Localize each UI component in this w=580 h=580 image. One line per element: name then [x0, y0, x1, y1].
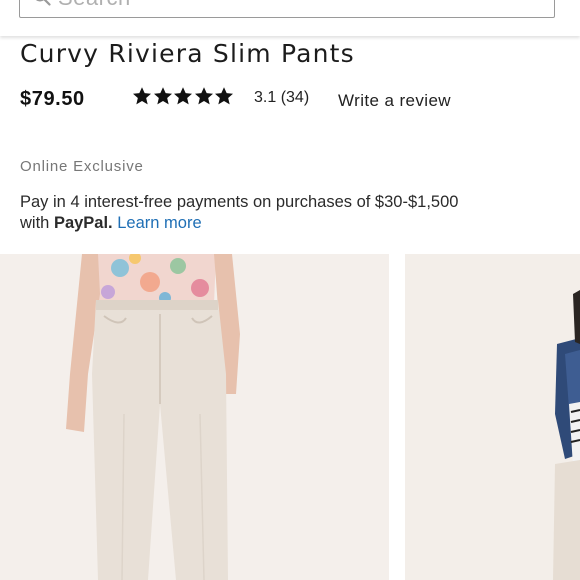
write-review-link[interactable]: Write a review — [338, 91, 451, 111]
product-photo-front — [0, 254, 389, 580]
star-icon — [194, 87, 213, 105]
paypal-with: with — [20, 214, 50, 232]
search-icon[interactable] — [32, 0, 52, 7]
search-placeholder: Search — [58, 0, 131, 11]
learn-more-link[interactable]: Learn more — [117, 214, 201, 232]
paypal-message: Pay in 4 interest-free payments on purch… — [20, 192, 480, 234]
star-icon — [133, 87, 151, 105]
star-icon — [153, 87, 172, 105]
product-photo-styled — [405, 254, 580, 580]
search-input[interactable]: Search — [19, 0, 555, 18]
product-price: $79.50 — [20, 88, 85, 110]
product-image-secondary[interactable] — [405, 254, 580, 580]
rating-count[interactable]: 3.1 (34) — [254, 89, 309, 107]
product-title: Curvy Riviera Slim Pants — [20, 39, 355, 68]
star-icon — [174, 87, 192, 105]
product-image-main[interactable] — [0, 254, 389, 580]
paypal-line1: Pay in 4 interest-free payments on purch… — [20, 193, 459, 211]
rating-stars[interactable] — [132, 86, 235, 110]
star-icon — [215, 87, 233, 105]
online-exclusive-badge: Online Exclusive — [20, 158, 144, 175]
paypal-brand: PayPal. — [53, 214, 113, 232]
top-search-bar: Search — [0, 0, 580, 36]
